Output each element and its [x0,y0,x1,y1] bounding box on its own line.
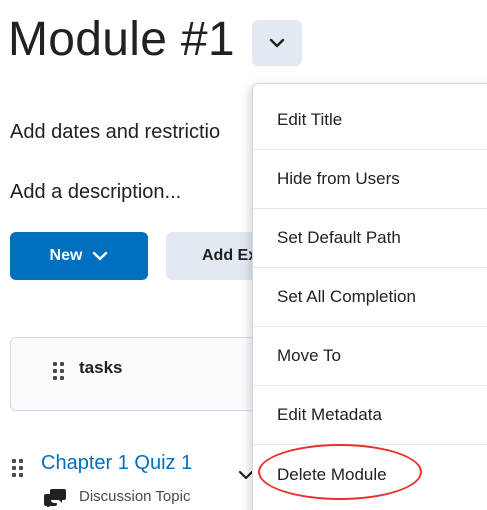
module-actions-menu: Edit Title Hide from Users Set Default P… [252,83,487,510]
discussion-icon [44,489,66,507]
module-page: Module #1 Add dates and restrictio Add a… [0,0,487,510]
menu-item-hide-from-users[interactable]: Hide from Users [253,150,487,209]
new-button-label: New [49,247,83,264]
task-card-label: tasks [79,358,123,377]
drag-handle-icon[interactable] [12,459,23,477]
menu-item-set-all-completion[interactable]: Set All Completion [253,268,487,327]
menu-item-move-to[interactable]: Move To [253,327,487,386]
quiz-type-label: Discussion Topic [79,488,191,505]
quiz-title-link[interactable]: Chapter 1 Quiz 1 [41,452,192,475]
menu-item-edit-metadata[interactable]: Edit Metadata [253,386,487,445]
module-actions-button[interactable] [252,20,302,66]
drag-handle-icon[interactable] [53,362,64,380]
menu-item-delete-module[interactable]: Delete Module [253,445,487,504]
menu-item-edit-title[interactable]: Edit Title [253,91,487,150]
add-dates-link[interactable]: Add dates and restrictio [10,121,220,144]
page-title: Module #1 [8,13,235,66]
menu-item-set-default-path[interactable]: Set Default Path [253,209,487,268]
add-description-link[interactable]: Add a description... [10,181,181,204]
chevron-down-icon [93,251,108,261]
chevron-down-icon [269,38,285,48]
new-button[interactable]: New [10,232,148,280]
